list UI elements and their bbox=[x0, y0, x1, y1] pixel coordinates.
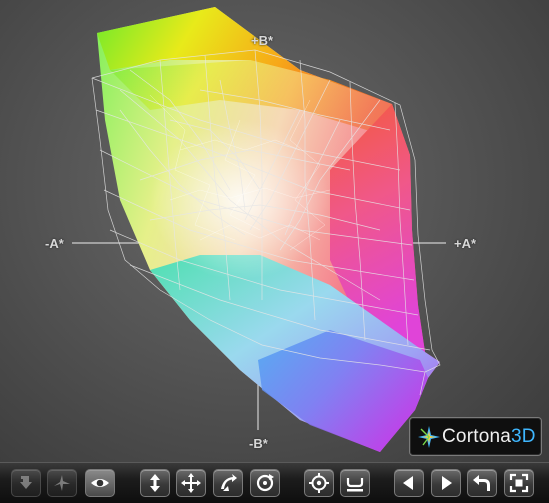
cortona3d-wordmark: Cortona3D bbox=[442, 425, 536, 447]
tilt-button[interactable] bbox=[213, 469, 243, 497]
goto-button[interactable] bbox=[304, 469, 334, 497]
eye-icon bbox=[91, 479, 109, 487]
3d-viewport[interactable]: +B* -B* -A* +A* bbox=[0, 0, 549, 462]
previous-viewpoint-button[interactable] bbox=[394, 469, 424, 497]
target-icon bbox=[309, 473, 329, 493]
undo-arrow-icon bbox=[473, 475, 490, 491]
pan-vertical-button[interactable] bbox=[140, 469, 170, 497]
restore-view-button[interactable] bbox=[11, 469, 41, 497]
airplane-icon bbox=[54, 475, 70, 491]
fit-frame-icon bbox=[509, 473, 529, 493]
plus-a-axis-label: +A* bbox=[454, 236, 477, 251]
navigation-toolbar bbox=[0, 462, 549, 503]
rotate-button[interactable] bbox=[250, 469, 280, 497]
fly-mode-button[interactable] bbox=[47, 469, 77, 497]
plus-b-axis-label: +B* bbox=[251, 33, 274, 48]
gamut-scene bbox=[72, 7, 446, 452]
cortona-star-icon bbox=[418, 425, 440, 448]
triangle-left-icon bbox=[403, 476, 413, 490]
next-viewpoint-button[interactable] bbox=[431, 469, 461, 497]
minus-a-axis-label: -A* bbox=[45, 236, 64, 251]
pan-button[interactable] bbox=[176, 469, 206, 497]
tilt-icon bbox=[221, 474, 237, 491]
gamut-solid bbox=[97, 7, 440, 452]
vertical-arrows-icon bbox=[150, 474, 160, 492]
four-arrows-icon bbox=[181, 473, 201, 493]
restore-icon bbox=[20, 476, 32, 489]
fit-button[interactable] bbox=[504, 469, 534, 497]
cortona3d-logo: Cortona3D bbox=[409, 417, 542, 456]
minus-b-axis-label: -B* bbox=[249, 436, 268, 451]
rotate-icon bbox=[256, 474, 274, 492]
study-mode-button[interactable] bbox=[85, 469, 115, 497]
align-icon bbox=[346, 478, 364, 492]
triangle-right-icon bbox=[442, 476, 452, 490]
undo-move-button[interactable] bbox=[467, 469, 497, 497]
align-button[interactable] bbox=[340, 469, 370, 497]
